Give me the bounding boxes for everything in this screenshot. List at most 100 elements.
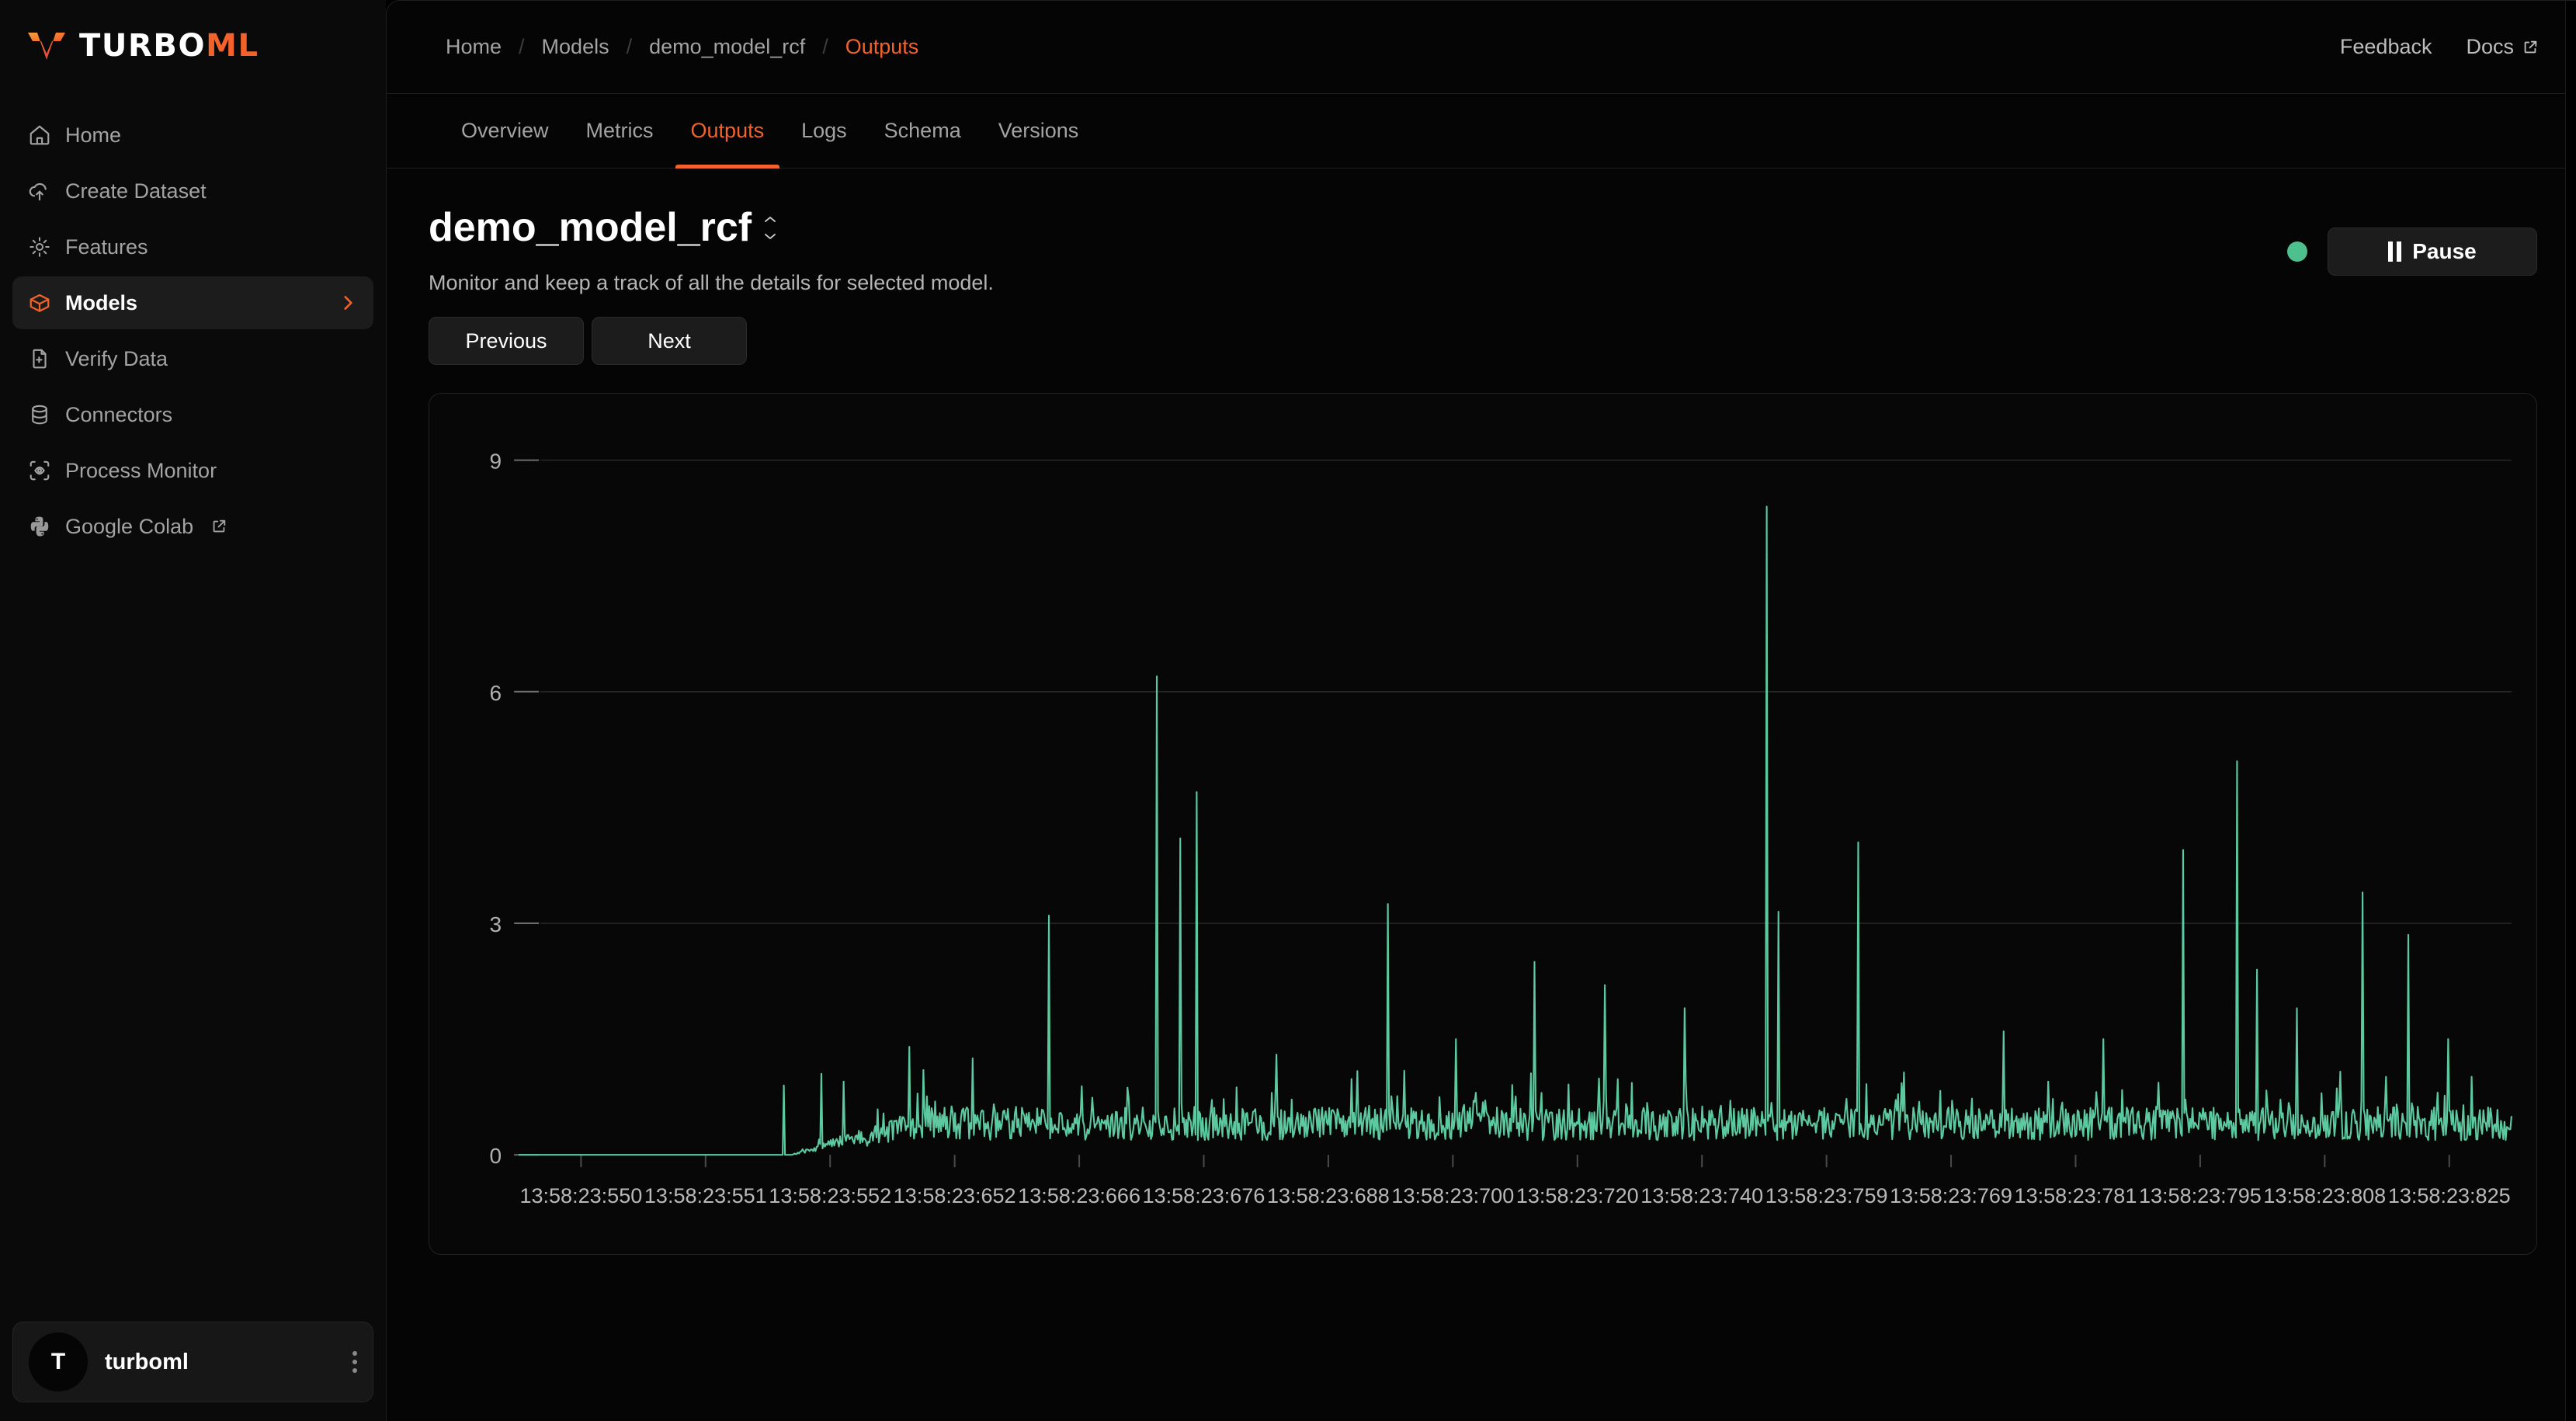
pause-icon — [2388, 241, 2401, 262]
tab-label: Metrics — [586, 119, 654, 143]
sidebar-item-verify-data[interactable]: Verify Data — [12, 332, 373, 385]
tab-label: Schema — [884, 119, 961, 143]
output-chart-card[interactable]: 0 3 6 9 13:58:23:55013:58:23:55113:58:23:552… — [429, 393, 2537, 1255]
tab-logs[interactable]: Logs — [786, 94, 863, 168]
svg-text:13:58:23:700: 13:58:23:700 — [1391, 1184, 1514, 1207]
svg-text:9: 9 — [490, 450, 502, 474]
page-header-row: demo_model_rcf Monitor and keep a track … — [429, 204, 2537, 365]
breadcrumb-item-model[interactable]: demo_model_rcf — [649, 35, 805, 59]
live-status-dot — [2287, 241, 2307, 262]
feedback-label: Feedback — [2340, 35, 2432, 59]
sidebar-item-label: Home — [65, 123, 121, 148]
tab-label: Versions — [998, 119, 1079, 143]
home-icon — [28, 123, 51, 147]
page-header-block: demo_model_rcf Monitor and keep a track … — [429, 204, 2287, 365]
brand-name-primary: TURBO — [79, 28, 206, 64]
svg-text:13:58:23:808: 13:58:23:808 — [2263, 1184, 2386, 1207]
user-profile-card[interactable]: T turboml — [12, 1322, 373, 1402]
tab-bar: Overview Metrics Outputs Logs Schema Ver… — [387, 94, 2576, 169]
page-title-text: demo_model_rcf — [429, 204, 752, 251]
breadcrumb-item-outputs[interactable]: Outputs — [845, 35, 919, 59]
sidebar-item-features[interactable]: Features — [12, 221, 373, 273]
stream-controls: Pause — [2287, 228, 2537, 276]
output-line-chart[interactable]: 0 3 6 9 13:58:23:55013:58:23:55113:58:23:552… — [429, 394, 2536, 1254]
tab-overview[interactable]: Overview — [446, 94, 564, 168]
brand-logo[interactable]: TURBOML — [0, 0, 386, 92]
sidebar: TURBOML Home Create Dataset Features — [0, 0, 386, 1421]
svg-text:13:58:23:825: 13:58:23:825 — [2388, 1184, 2511, 1207]
gear-icon — [28, 235, 51, 259]
page-title: demo_model_rcf — [429, 204, 2287, 251]
sidebar-item-label: Process Monitor — [65, 459, 217, 483]
tab-outputs[interactable]: Outputs — [675, 94, 780, 168]
sidebar-item-connectors[interactable]: Connectors — [12, 388, 373, 441]
sidebar-item-process-monitor[interactable]: Process Monitor — [12, 444, 373, 497]
svg-text:13:58:23:551: 13:58:23:551 — [644, 1184, 767, 1207]
main-panel: Home / Models / demo_model_rcf / Outputs… — [386, 0, 2576, 1421]
sidebar-item-home[interactable]: Home — [12, 109, 373, 162]
breadcrumb-separator: / — [627, 35, 633, 59]
scan-eye-icon — [28, 459, 51, 482]
avatar: T — [29, 1332, 88, 1391]
pagination-controls: Previous Next — [429, 317, 2287, 365]
svg-text:13:58:23:550: 13:58:23:550 — [519, 1184, 642, 1207]
chevron-right-icon — [338, 293, 358, 313]
file-plus-icon — [28, 347, 51, 370]
external-link-icon — [210, 518, 227, 535]
sidebar-item-label: Features — [65, 235, 148, 259]
feedback-link[interactable]: Feedback — [2340, 35, 2432, 59]
svg-text:13:58:23:676: 13:58:23:676 — [1143, 1184, 1265, 1207]
svg-text:13:58:23:795: 13:58:23:795 — [2139, 1184, 2262, 1207]
docs-label: Docs — [2466, 35, 2514, 59]
breadcrumb-separator: / — [519, 35, 525, 59]
svg-text:13:58:23:759: 13:58:23:759 — [1765, 1184, 1888, 1207]
avatar-initial: T — [51, 1349, 65, 1375]
package-icon — [28, 291, 51, 314]
page-subtitle: Monitor and keep a track of all the deta… — [429, 271, 2287, 295]
svg-text:13:58:23:688: 13:58:23:688 — [1267, 1184, 1390, 1207]
tab-label: Logs — [801, 119, 847, 143]
breadcrumb-separator: / — [822, 35, 828, 59]
chevron-up-down-icon[interactable] — [762, 217, 778, 239]
brand-wordmark: TURBOML — [79, 28, 259, 64]
svg-text:13:58:23:740: 13:58:23:740 — [1640, 1184, 1763, 1207]
tab-versions[interactable]: Versions — [983, 94, 1095, 168]
content-area: demo_model_rcf Monitor and keep a track … — [387, 169, 2576, 1421]
sidebar-item-create-dataset[interactable]: Create Dataset — [12, 165, 373, 217]
svg-text:13:58:23:552: 13:58:23:552 — [769, 1184, 891, 1207]
svg-text:0: 0 — [490, 1144, 502, 1168]
svg-text:13:58:23:666: 13:58:23:666 — [1018, 1184, 1140, 1207]
svg-text:3: 3 — [490, 912, 502, 936]
cloud-upload-icon — [28, 179, 51, 203]
turboml-logo-icon — [26, 29, 67, 63]
database-icon — [28, 403, 51, 426]
svg-text:13:58:23:652: 13:58:23:652 — [894, 1184, 1016, 1207]
breadcrumb-item-models[interactable]: Models — [542, 35, 609, 59]
sidebar-item-label: Google Colab — [65, 515, 193, 539]
pause-button[interactable]: Pause — [2328, 228, 2537, 276]
external-link-icon — [2522, 39, 2539, 56]
svg-text:13:58:23:781: 13:58:23:781 — [2015, 1184, 2137, 1207]
user-name: turboml — [105, 1350, 189, 1375]
next-button[interactable]: Next — [592, 317, 747, 365]
tab-metrics[interactable]: Metrics — [571, 94, 669, 168]
breadcrumb: Home / Models / demo_model_rcf / Outputs — [446, 35, 918, 59]
sidebar-item-google-colab[interactable]: Google Colab — [12, 500, 373, 553]
top-bar-actions: Feedback Docs — [2340, 35, 2539, 59]
sidebar-nav: Home Create Dataset Features Models — [0, 109, 386, 553]
svg-text:13:58:23:769: 13:58:23:769 — [1890, 1184, 2012, 1207]
python-icon — [28, 515, 51, 538]
sidebar-item-models[interactable]: Models — [12, 276, 373, 329]
breadcrumb-item-home[interactable]: Home — [446, 35, 502, 59]
top-bar: Home / Models / demo_model_rcf / Outputs… — [387, 1, 2576, 94]
docs-link[interactable]: Docs — [2466, 35, 2539, 59]
svg-text:6: 6 — [490, 681, 502, 705]
brand-name-secondary: ML — [206, 28, 259, 64]
kebab-menu-icon[interactable] — [352, 1347, 357, 1377]
sidebar-item-label: Models — [65, 291, 137, 315]
sidebar-item-label: Verify Data — [65, 347, 168, 371]
previous-button[interactable]: Previous — [429, 317, 584, 365]
pause-label: Pause — [2412, 239, 2477, 264]
tab-schema[interactable]: Schema — [869, 94, 977, 168]
page-scrollbar[interactable] — [2565, 1, 2576, 1421]
